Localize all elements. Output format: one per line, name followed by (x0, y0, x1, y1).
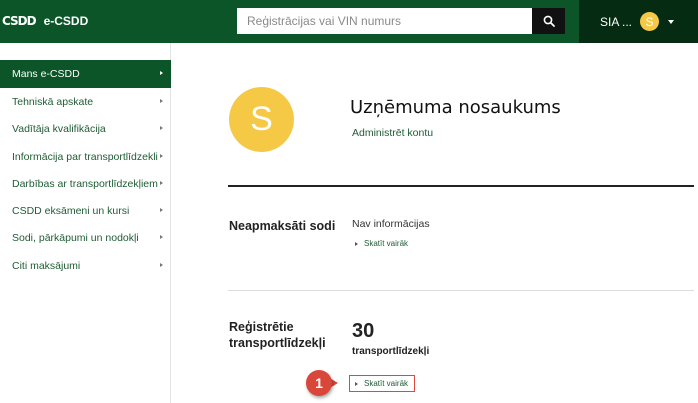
sidebar-item-sodi[interactable]: Sodi, pārkāpumi un nodokļi (0, 224, 171, 252)
chevron-right-icon (160, 126, 163, 130)
top-header: CSDD e-CSDD SIA ... S (0, 0, 698, 43)
sidebar-item-label: CSDD eksāmeni un kursi (12, 205, 130, 217)
company-avatar: S (229, 87, 294, 152)
logo[interactable]: CSDD e-CSDD (0, 12, 88, 30)
unpaid-fines-title: Neapmaksāti sodi (229, 219, 336, 233)
sidebar-item-label: Informācija par transportlīdzekli (12, 151, 158, 163)
manage-account-link[interactable]: Administrēt kontu (352, 127, 433, 139)
chevron-right-icon (160, 99, 163, 103)
sidebar-item-citi-maksajumi[interactable]: Citi maksājumi (0, 252, 171, 280)
sidebar-item-vaditaja-kvalifikacija[interactable]: Vadītāja kvalifikācija (0, 115, 171, 143)
sidebar-item-label: Tehniskā apskate (12, 96, 94, 108)
search-input[interactable] (237, 8, 532, 34)
sidebar-item-label: Vadītāja kvalifikācija (12, 123, 106, 135)
chevron-right-icon (160, 263, 163, 267)
vehicle-count-label: transportlīdzekļi (352, 346, 430, 357)
sidebar-item-label: Mans e-CSDD (12, 68, 80, 80)
fines-see-more-link[interactable]: Skatīt vairāk (355, 239, 408, 248)
user-menu[interactable]: SIA ... S (579, 0, 698, 43)
sidebar-item-label: Citi maksājumi (12, 260, 81, 272)
sidebar-item-mans-e-csdd[interactable]: Mans e-CSDD (0, 60, 171, 88)
step-number-badge: 1 (306, 370, 332, 396)
company-name: Uzņēmuma nosaukums (350, 97, 561, 118)
chevron-down-icon (668, 19, 675, 24)
sidebar-item-label: Darbības ar transportlīdzekļiem (12, 178, 158, 190)
step-callout: 1 (306, 369, 338, 397)
user-name: SIA ... (600, 14, 633, 29)
registered-vehicles-title: Reģistrētie transportlīdzekļi (229, 319, 326, 351)
sidebar-item-eksameni[interactable]: CSDD eksāmeni un kursi (0, 197, 171, 225)
vehicle-count: 30 (352, 320, 375, 342)
triangle-right-icon (355, 241, 358, 246)
sidebar-item-informacija[interactable]: Informācija par transportlīdzekli (0, 143, 171, 171)
search-bar (237, 8, 565, 34)
chevron-right-icon (160, 181, 163, 185)
sidebar: Mans e-CSDD Tehniskā apskate Vadītāja kv… (0, 43, 171, 403)
sidebar-item-tehniska-apskate[interactable]: Tehniskā apskate (0, 88, 171, 116)
search-icon (543, 15, 555, 27)
app-title: e-CSDD (43, 14, 89, 28)
chevron-right-icon (160, 208, 163, 212)
avatar: S (640, 12, 660, 31)
chevron-right-icon (160, 154, 163, 158)
chevron-right-icon (160, 71, 163, 75)
registered-vehicles-title-line2: transportlīdzekļi (229, 336, 326, 350)
link-label: Skatīt vairāk (364, 239, 409, 248)
sidebar-item-darbibas[interactable]: Darbības ar transportlīdzekļiem (0, 170, 171, 198)
csdd-logo-mark: CSDD (2, 14, 37, 28)
sidebar-item-label: Sodi, pārkāpumi un nodokļi (12, 232, 139, 244)
chevron-right-icon (160, 235, 163, 239)
registered-vehicles-title-line1: Reģistrētie (229, 320, 294, 334)
fines-status: Nav informācijas (352, 218, 430, 230)
search-button[interactable] (532, 8, 565, 34)
divider (228, 185, 694, 187)
annotation-highlight-box (349, 375, 415, 392)
divider (228, 290, 694, 291)
